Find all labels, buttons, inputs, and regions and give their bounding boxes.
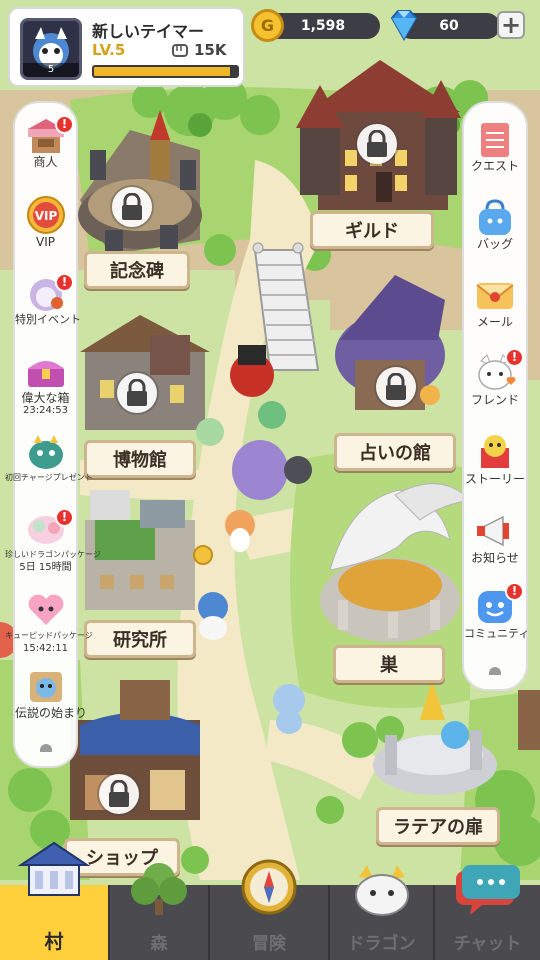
left-side-menu: ! 商人 VIP VIP ! 特別イベント 偉大な箱 23:24:53 初回チャ… [5,101,101,768]
nav-label: 冒険 [252,934,286,954]
menu-label: 偉大な箱 [21,391,70,405]
nav-tab-dragon[interactable]: ドラゴン [330,865,435,960]
vip-icon-text: VIP [34,209,57,223]
menu-item-quest[interactable]: クエスト [464,119,526,173]
left-menu-collapse-handle[interactable] [39,744,52,752]
menu-label: 初回チャージプレゼント [5,473,93,482]
forest-tree-icon [131,863,187,915]
nav-tab-forest[interactable]: 森 [110,863,210,960]
merchant-alert-badge: ! [55,115,74,134]
building-sign-ratea[interactable]: ラテアの扉 [371,802,505,858]
avatar[interactable]: 5 [20,18,82,80]
menu-item-community[interactable]: ! コミュニティ [464,582,530,641]
menu-label: メール [476,315,513,329]
chest-timer: 23:24:53 [23,405,68,416]
fortune-lock-icon [376,367,416,407]
menu-item-special-event[interactable]: ! 特別イベント [15,273,81,327]
chat-bubble-icon [455,865,520,915]
megaphone-icon [477,515,509,547]
community-alert-badge: ! [505,582,524,601]
gem-amount: 60 [439,18,459,34]
menu-item-legend-start[interactable]: 伝説の始まり [15,668,88,720]
menu-label: キューピッドパッケージ [5,631,93,640]
legend-start-icon [29,672,62,702]
nav-label: チャット [453,934,522,954]
avatar-level-badge: 5 [23,63,79,77]
menu-item-bag[interactable]: バッグ [464,197,526,251]
bag-icon [479,199,511,235]
right-side-menu: クエスト バッグ メール ! フレンド ストーリー お知らせ ! コミュニティ [462,101,530,691]
rare-package-alert-badge: ! [55,508,74,527]
diamond-gem-icon [390,10,418,42]
menu-label: 商人 [33,155,58,169]
menu-item-merchant[interactable]: ! 商人 [15,115,76,169]
museum-lock-icon [117,373,157,413]
menu-item-great-chest[interactable]: 偉大な箱 23:24:53 [15,351,76,417]
compass-icon [241,859,297,915]
building-sign-lab[interactable]: 研究所 [79,615,201,671]
experience-bar [92,65,239,78]
nav-label: 村 [44,931,64,953]
menu-label: VIP [36,235,55,249]
add-gems-button[interactable]: + [497,11,525,39]
nav-label: 森 [150,934,168,954]
player-name: 新しいテイマー [92,22,205,41]
dragon-head-icon [354,865,409,916]
menu-label: フレンド [470,393,519,407]
player-profile-panel[interactable]: 5 新しいテイマー LV.5 15K [8,7,245,87]
menu-label: 特別イベント [15,313,81,326]
nav-tab-adventure[interactable]: 冒険 [210,859,330,960]
menu-label: バッグ [476,237,513,251]
menu-item-notice[interactable]: お知らせ [464,511,526,565]
menu-label: コミュニティ [464,627,530,640]
combat-power-fist-icon [172,44,188,57]
nav-tab-village[interactable]: 村 [0,841,110,960]
menu-label: ストーリー [464,472,525,486]
combat-power-value: 15K [194,41,227,59]
building-sign-nest[interactable]: 巣 [328,640,450,696]
building-sign-guild[interactable]: ギルド [305,206,439,262]
right-menu-collapse-handle[interactable] [489,667,501,675]
menu-item-story[interactable]: ストーリー [464,432,526,486]
event-alert-badge: ! [55,273,74,292]
rare-package-timer: 5日 15時間 [19,562,72,573]
quest-scroll-icon [481,123,509,157]
nav-label: ドラゴン [347,934,416,954]
building-sign-fortune[interactable]: 占いの館 [329,428,461,484]
menu-label: 伝説の始まり [15,706,88,720]
menu-label: 珍しいドラゴンパッケージ [5,550,101,559]
bottom-navigation: 村 森 冒険 ドラゴン チャット [0,841,540,960]
menu-item-cupid-package[interactable]: キューピッドパッケージ 15:42:11 [5,589,93,655]
gold-amount: 1,598 [300,18,346,34]
story-book-icon [481,435,509,468]
friend-alert-badge: ! [505,348,524,367]
mail-icon [476,283,514,309]
shop-lock-icon [99,774,139,814]
menu-item-mail[interactable]: メール [464,275,526,329]
menu-item-vip[interactable]: VIP VIP [15,195,76,249]
cupid-package-icon [28,594,63,625]
vip-badge-icon: VIP [26,196,65,234]
menu-item-rare-dragon-package[interactable]: ! 珍しいドラゴンパッケージ 5日 15時間 [5,508,101,574]
player-level: LV.5 [92,41,126,59]
building-sign-museum[interactable]: 博物館 [79,435,201,491]
gold-coin-icon: G [251,9,284,42]
menu-label: クエスト [470,159,519,173]
menu-item-first-charge[interactable]: 初回チャージプレゼント [5,433,93,485]
village-house-icon [17,841,91,896]
guild-lock-icon [357,124,397,164]
monument-lock-icon [112,187,152,227]
building-sign-monument[interactable]: 記念碑 [79,246,195,302]
nav-tab-chat[interactable]: チャット [435,865,540,960]
menu-item-friend[interactable]: ! フレンド [464,348,526,407]
cupid-package-timer: 15:42:11 [23,643,68,654]
experience-bar-fill [94,67,230,76]
treasure-chest-icon [27,361,64,387]
first-charge-dragon-icon [28,435,63,469]
menu-label: お知らせ [471,551,519,565]
